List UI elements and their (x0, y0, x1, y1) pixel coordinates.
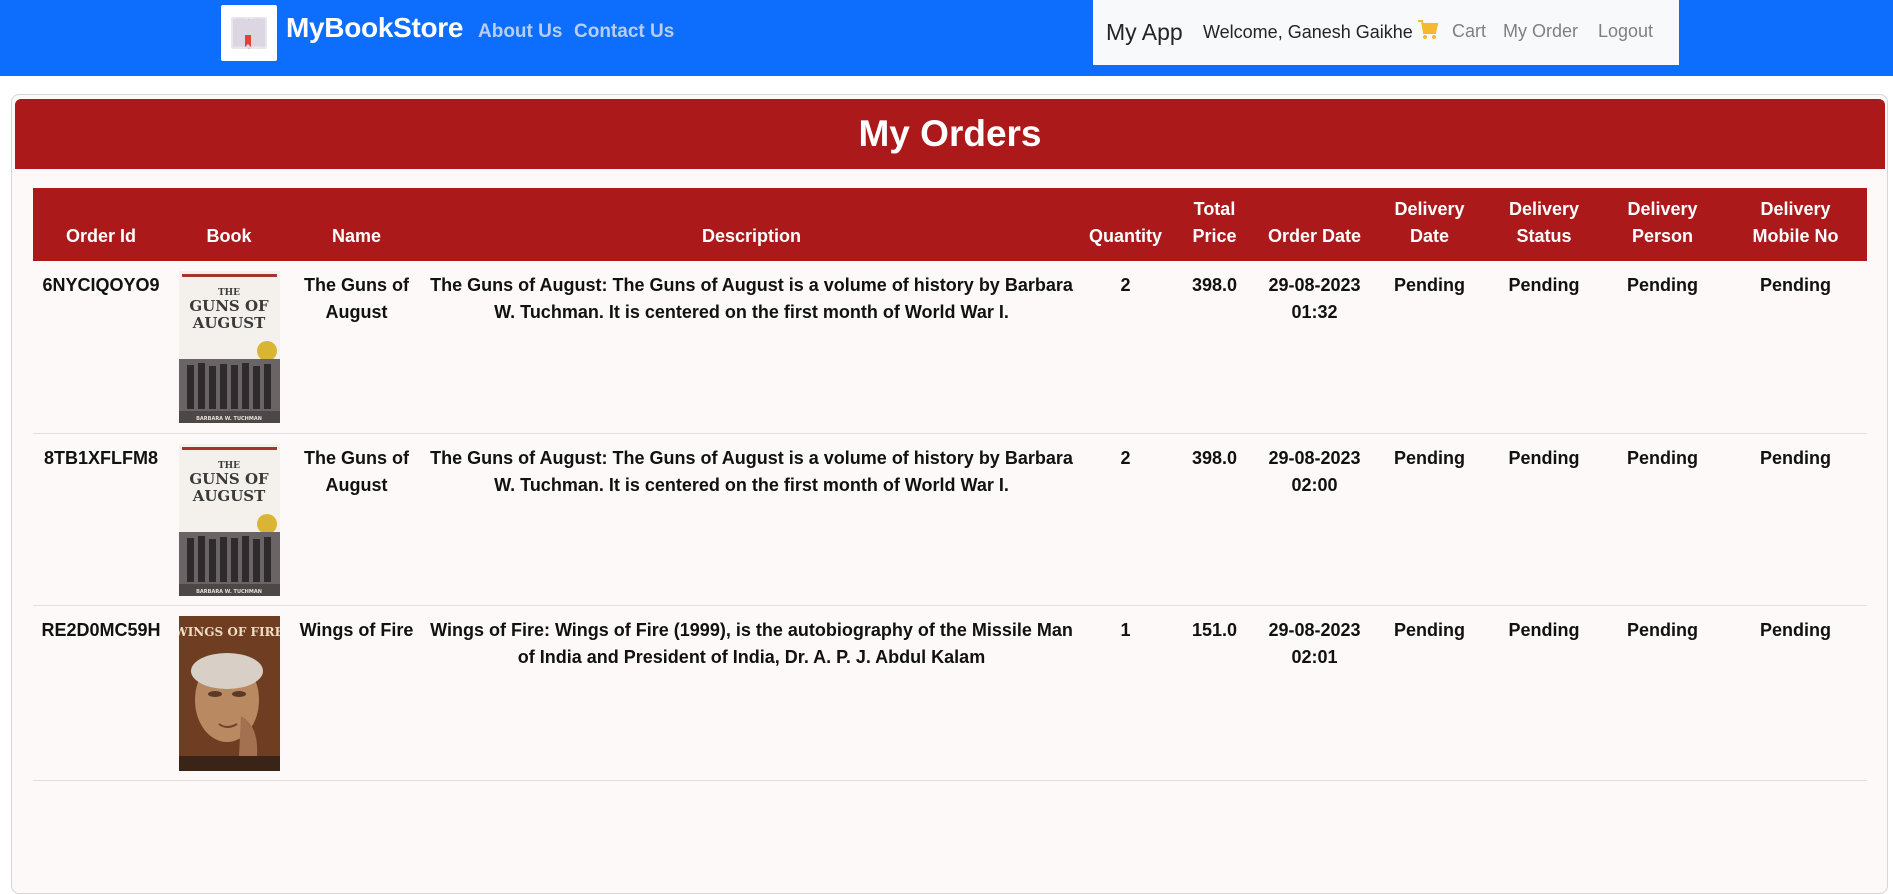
header-description: Description (424, 188, 1079, 261)
book-logo-icon (231, 17, 267, 49)
user-nav-panel: My App Welcome, Ganesh Gaikhe Cart My Or… (1093, 0, 1679, 65)
cell-description: Wings of Fire: Wings of Fire (1999), is … (424, 605, 1079, 781)
my-order-link[interactable]: My Order (1503, 21, 1578, 42)
order-time-text: 01:32 (1291, 302, 1338, 322)
header-delivery-person-line1: Delivery (1627, 199, 1698, 219)
cover-text-guns-of: GUNS OF (189, 297, 269, 315)
book-cover-image: THE GUNS OF AUGUST BARBARA W. TUCHMAN (178, 271, 280, 423)
cover-text-author: BARBARA W. TUCHMAN (196, 416, 262, 422)
cell-delivery-person: Pending (1601, 261, 1724, 434)
header-total-price-line1: Total (1193, 199, 1236, 219)
cell-delivery-status: Pending (1487, 605, 1601, 781)
cover-text-august: AUGUST (191, 314, 265, 332)
cell-book: THE GUNS OF AUGUST BARBARA W. TUCHMAN (169, 261, 289, 434)
page-title: My Orders (858, 113, 1042, 154)
brand-logo[interactable] (221, 5, 277, 61)
header-delivery-status-line1: Delivery (1508, 199, 1580, 219)
cell-delivery-status: Pending (1487, 261, 1601, 434)
app-title[interactable]: My App (1106, 19, 1183, 46)
cell-delivery-date: Pending (1372, 261, 1487, 434)
header-delivery-mobile: Delivery Mobile No (1724, 188, 1867, 261)
nav-link-about-us[interactable]: About Us (478, 21, 562, 43)
order-date-text: 29-08-2023 (1268, 619, 1361, 640)
table-row: RE2D0MC59H WINGS OF FIRE Wings of Fire W… (33, 605, 1867, 781)
cell-total-price: 398.0 (1172, 261, 1257, 434)
cell-quantity: 1 (1079, 605, 1172, 781)
orders-card: My Orders Order Id Book Name Description… (11, 94, 1888, 894)
cover-text-guns-of: GUNS OF (189, 470, 269, 488)
table-header-row: Order Id Book Name Description Quantity … (33, 188, 1867, 261)
order-time-text: 02:01 (1291, 646, 1338, 667)
order-date-text: 29-08-2023 (1268, 447, 1361, 468)
order-date-text: 29-08-2023 (1268, 275, 1361, 295)
header-delivery-date-line1: Delivery (1394, 199, 1465, 219)
header-delivery-status: Delivery Status (1487, 188, 1601, 261)
header-name: Name (289, 188, 424, 261)
cell-description: The Guns of August: The Guns of August i… (424, 433, 1079, 606)
cell-quantity: 2 (1079, 433, 1172, 606)
book-cover-image: WINGS OF FIRE (178, 615, 280, 771)
table-row: 8TB1XFLFM8 THE GUNS OF AUGUST BARBARA W.… (33, 433, 1867, 606)
header-delivery-date: Delivery Date (1372, 188, 1487, 261)
order-time-text: 02:00 (1291, 474, 1338, 495)
cell-order-id: 8TB1XFLFM8 (33, 433, 169, 606)
header-delivery-status-line2: Status (1516, 226, 1572, 246)
cell-total-price: 398.0 (1172, 433, 1257, 606)
table-row: 6NYCIQOYO9 THE GUNS OF AUGUST BARBARA W.… (33, 261, 1867, 434)
header-book: Book (169, 188, 289, 261)
cell-delivery-date: Pending (1372, 433, 1487, 606)
cell-delivery-status: Pending (1487, 433, 1601, 606)
cell-order-date: 29-08-2023 02:00 (1257, 433, 1372, 606)
cart-icon[interactable] (1417, 18, 1439, 47)
cell-delivery-mobile: Pending (1724, 605, 1867, 781)
header-quantity: Quantity (1079, 188, 1172, 261)
header-delivery-person: Delivery Person (1601, 188, 1724, 261)
header-delivery-person-line2: Person (1631, 226, 1694, 246)
header-order-date: Order Date (1257, 188, 1372, 261)
book-cover-image: THE GUNS OF AUGUST BARBARA W. TUCHMAN (178, 443, 280, 596)
orders-table: Order Id Book Name Description Quantity … (33, 188, 1867, 781)
cell-book: WINGS OF FIRE (169, 605, 289, 781)
header-delivery-date-line2: Date (1409, 226, 1449, 246)
cell-book: THE GUNS OF AUGUST BARBARA W. TUCHMAN (169, 433, 289, 606)
cell-description: The Guns of August: The Guns of August i… (424, 261, 1079, 434)
header-delivery-mobile-line1: Delivery (1760, 199, 1831, 219)
logout-link[interactable]: Logout (1598, 21, 1653, 42)
cell-order-date: 29-08-2023 01:32 (1257, 261, 1372, 434)
cell-order-id: RE2D0MC59H (33, 605, 169, 781)
card-header: My Orders (15, 99, 1885, 169)
cell-name: Wings of Fire (289, 605, 424, 781)
cell-order-id: 6NYCIQOYO9 (33, 261, 169, 434)
top-navbar: MyBookStore About Us Contact Us My App W… (0, 0, 1893, 76)
cover-text-author: BARBARA W. TUCHMAN (196, 589, 262, 595)
header-delivery-mobile-line2: Mobile No (1752, 226, 1839, 246)
cell-name: The Guns of August (289, 433, 424, 606)
cell-order-date: 29-08-2023 02:01 (1257, 605, 1372, 781)
welcome-text: Welcome, Ganesh Gaikhe (1203, 22, 1413, 42)
cell-delivery-mobile: Pending (1724, 433, 1867, 606)
nav-link-contact-us[interactable]: Contact Us (574, 21, 674, 43)
cover-text-august: AUGUST (191, 487, 265, 505)
cart-link[interactable]: Cart (1452, 21, 1486, 42)
header-order-id: Order Id (33, 188, 169, 261)
cell-delivery-mobile: Pending (1724, 261, 1867, 434)
cell-delivery-person: Pending (1601, 605, 1724, 781)
cell-delivery-person: Pending (1601, 433, 1724, 606)
cell-total-price: 151.0 (1172, 605, 1257, 781)
cell-name: The Guns of August (289, 261, 424, 434)
cover-text-wings-of-fire: WINGS OF FIRE (179, 625, 280, 639)
brand-name[interactable]: MyBookStore (286, 12, 463, 44)
header-total-price: Total Price (1172, 188, 1257, 261)
cell-quantity: 2 (1079, 261, 1172, 434)
header-total-price-line2: Price (1192, 226, 1237, 246)
cell-delivery-date: Pending (1372, 605, 1487, 781)
